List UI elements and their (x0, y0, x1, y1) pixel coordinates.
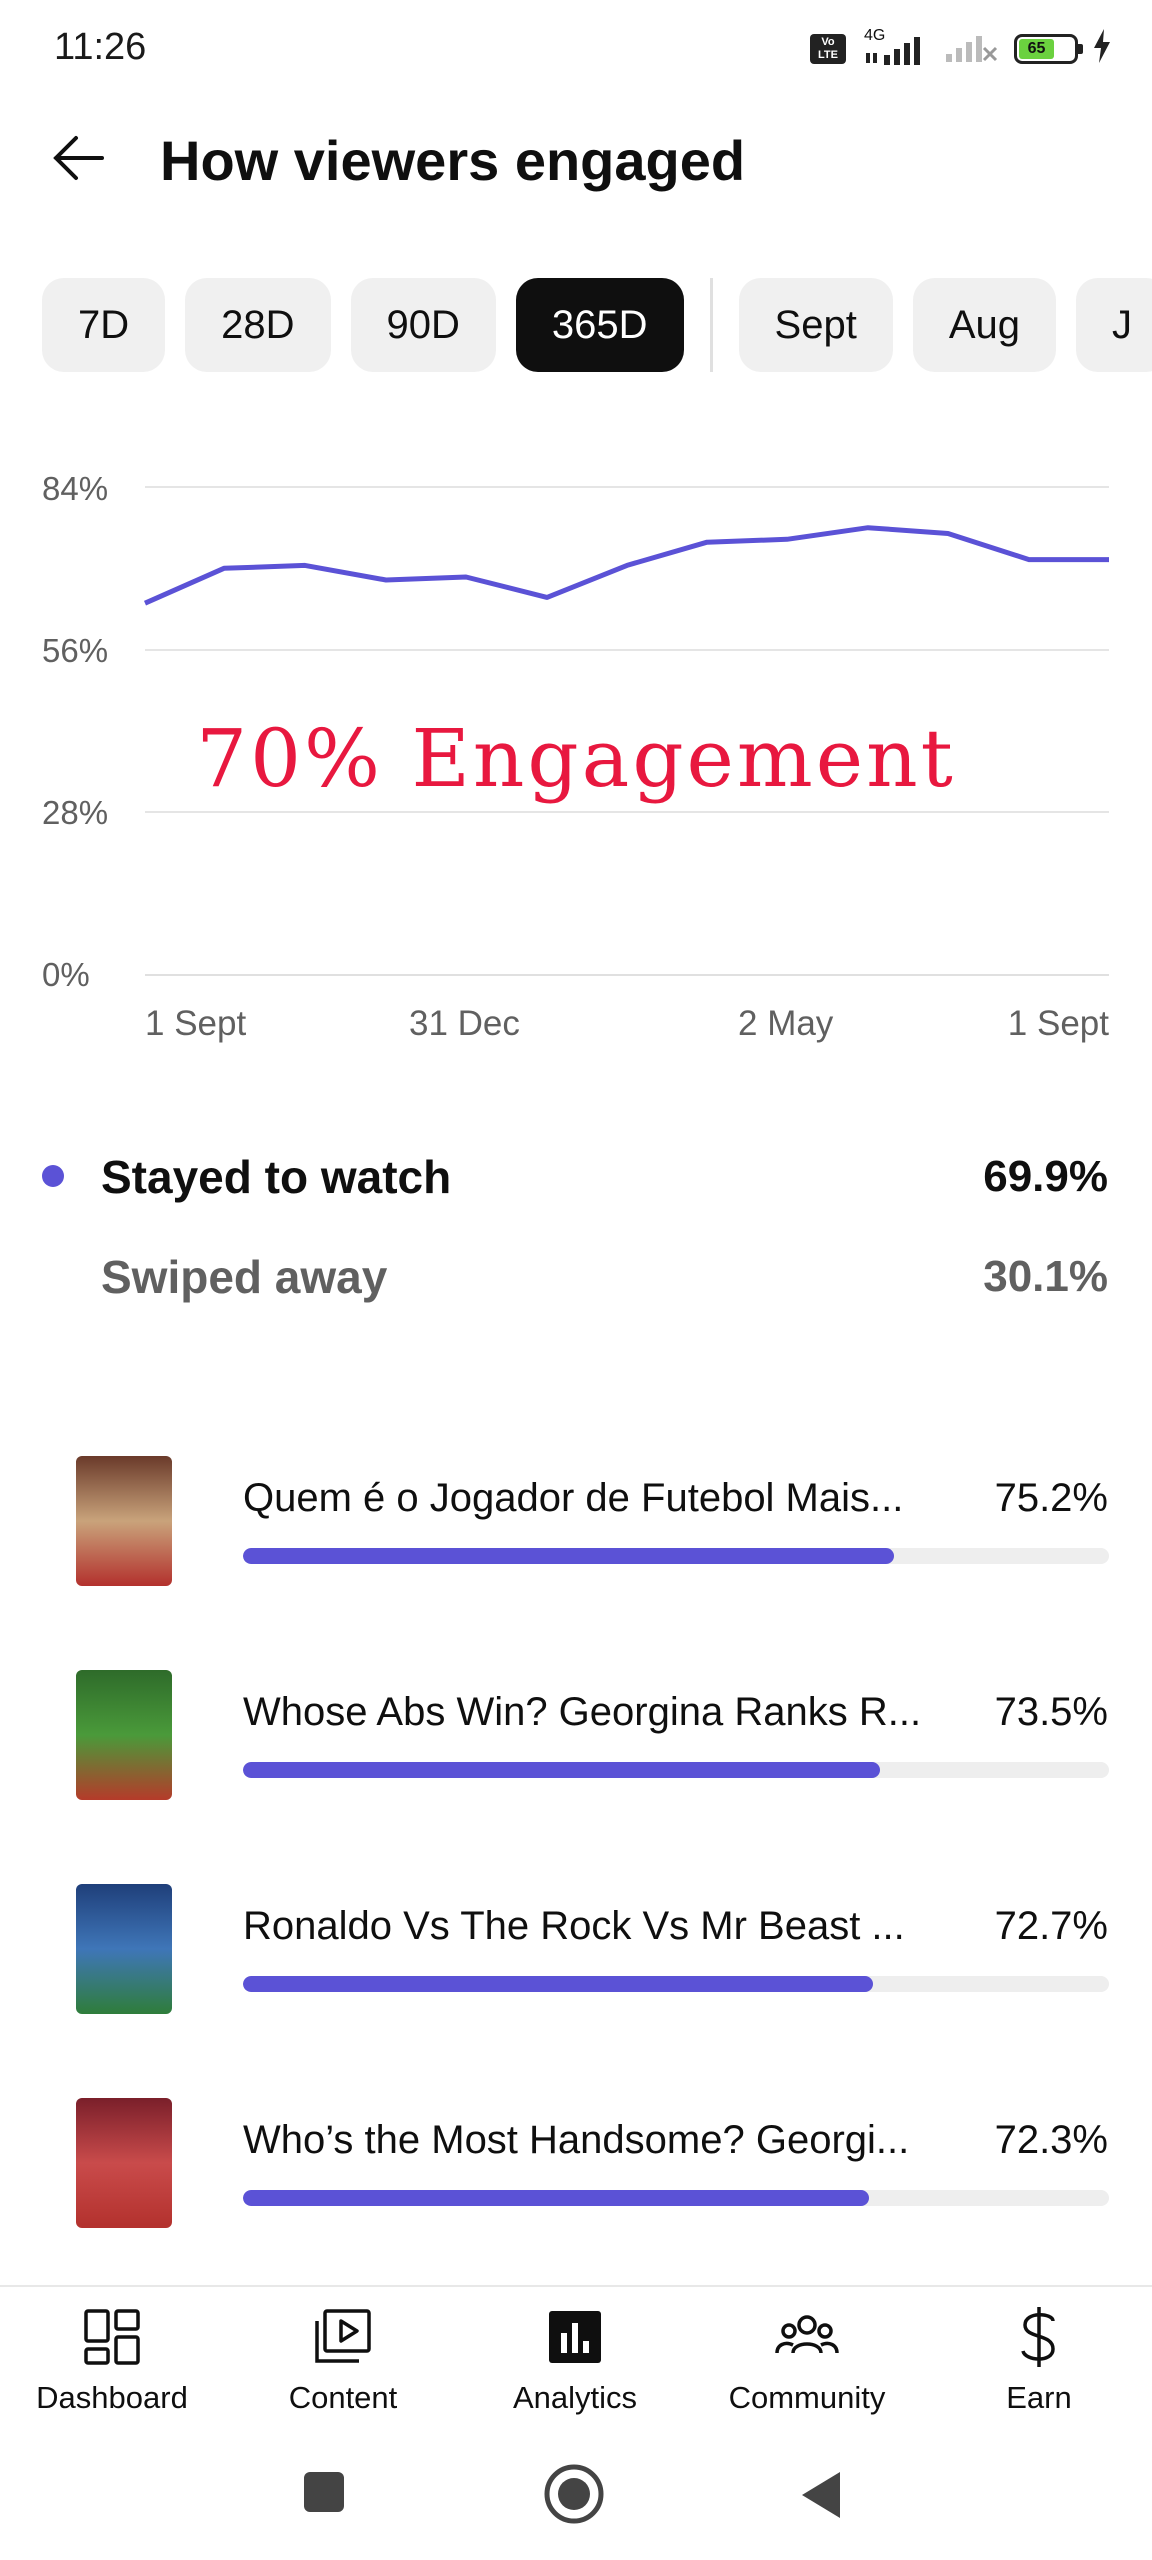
stayed-label: Stayed to watch (101, 1151, 452, 1203)
video-percent: 72.3% (994, 2118, 1108, 2162)
home-button[interactable] (542, 2462, 606, 2531)
nav-community[interactable]: Community (692, 2302, 922, 2416)
progress-track (243, 1976, 1109, 1992)
engagement-annotation: 70% Engagement (196, 712, 956, 805)
legend-dot (42, 1165, 64, 1187)
video-row[interactable]: Quem é o Jogador de Futebol Mais... 75.2… (0, 1440, 1152, 1600)
nav-label: Analytics (512, 2380, 638, 2415)
nav-label: Content (288, 2380, 398, 2415)
nav-analytics[interactable]: Analytics (460, 2302, 690, 2416)
back-nav-button[interactable] (800, 2470, 844, 2525)
nav-content[interactable]: Content (228, 2302, 458, 2416)
engagement-line-chart (143, 486, 1109, 976)
video-title: Ronaldo Vs The Rock Vs Mr Beast ... (243, 1904, 905, 1948)
recents-button[interactable] (302, 2470, 346, 2519)
video-title: Quem é o Jogador de Futebol Mais... (243, 1476, 904, 1520)
stayed-value: 69.9% (983, 1152, 1108, 1201)
progress-fill (243, 1548, 895, 1564)
nav-dashboard[interactable]: Dashboard (0, 2302, 227, 2416)
video-title: Who’s the Most Handsome? Georgi... (243, 2118, 910, 2162)
dollar-icon (924, 2302, 1152, 2372)
progress-track (243, 1548, 1109, 1564)
analytics-icon (460, 2302, 690, 2372)
video-thumbnail (76, 2098, 172, 2228)
series-line-engagement (143, 525, 1109, 606)
swiped-value: 30.1% (983, 1252, 1108, 1301)
video-thumbnail (76, 1670, 172, 1800)
nav-label: Earn (1006, 2380, 1072, 2415)
progress-fill (243, 1762, 880, 1778)
progress-fill (243, 1976, 873, 1992)
nav-divider (0, 2285, 1152, 2287)
progress-track (243, 2190, 1109, 2206)
video-row[interactable]: Whose Abs Win? Georgina Ranks R... 73.5% (0, 1654, 1152, 1814)
x-tick-label: 1 Sept (145, 1004, 247, 1043)
video-percent: 73.5% (994, 1690, 1108, 1734)
x-tick-label: 2 May (738, 1004, 834, 1043)
video-thumbnail (76, 1456, 172, 1586)
nav-label: Community (728, 2380, 886, 2415)
swiped-label: Swiped away (101, 1251, 388, 1303)
community-icon (692, 2302, 922, 2372)
nav-earn[interactable]: Earn (924, 2302, 1152, 2416)
square-icon (304, 2472, 344, 2512)
x-tick-label: 1 Sept (1007, 1004, 1109, 1043)
video-title: Whose Abs Win? Georgina Ranks R... (243, 1690, 922, 1734)
video-percent: 72.7% (994, 1904, 1108, 1948)
triangle-back-icon (802, 2472, 840, 2518)
x-tick-label: 31 Dec (409, 1004, 520, 1043)
nav-label: Dashboard (36, 2380, 188, 2415)
video-row[interactable]: Who’s the Most Handsome? Georgi... 72.3% (0, 2082, 1152, 2242)
home-circle-icon (544, 2464, 604, 2524)
video-thumbnail (76, 1884, 172, 2014)
dashboard-icon (0, 2302, 227, 2372)
video-percent: 75.2% (994, 1476, 1108, 1520)
content-icon (228, 2302, 458, 2372)
video-row[interactable]: Ronaldo Vs The Rock Vs Mr Beast ... 72.7… (0, 1868, 1152, 2028)
progress-fill (243, 2190, 870, 2206)
progress-track (243, 1762, 1109, 1778)
